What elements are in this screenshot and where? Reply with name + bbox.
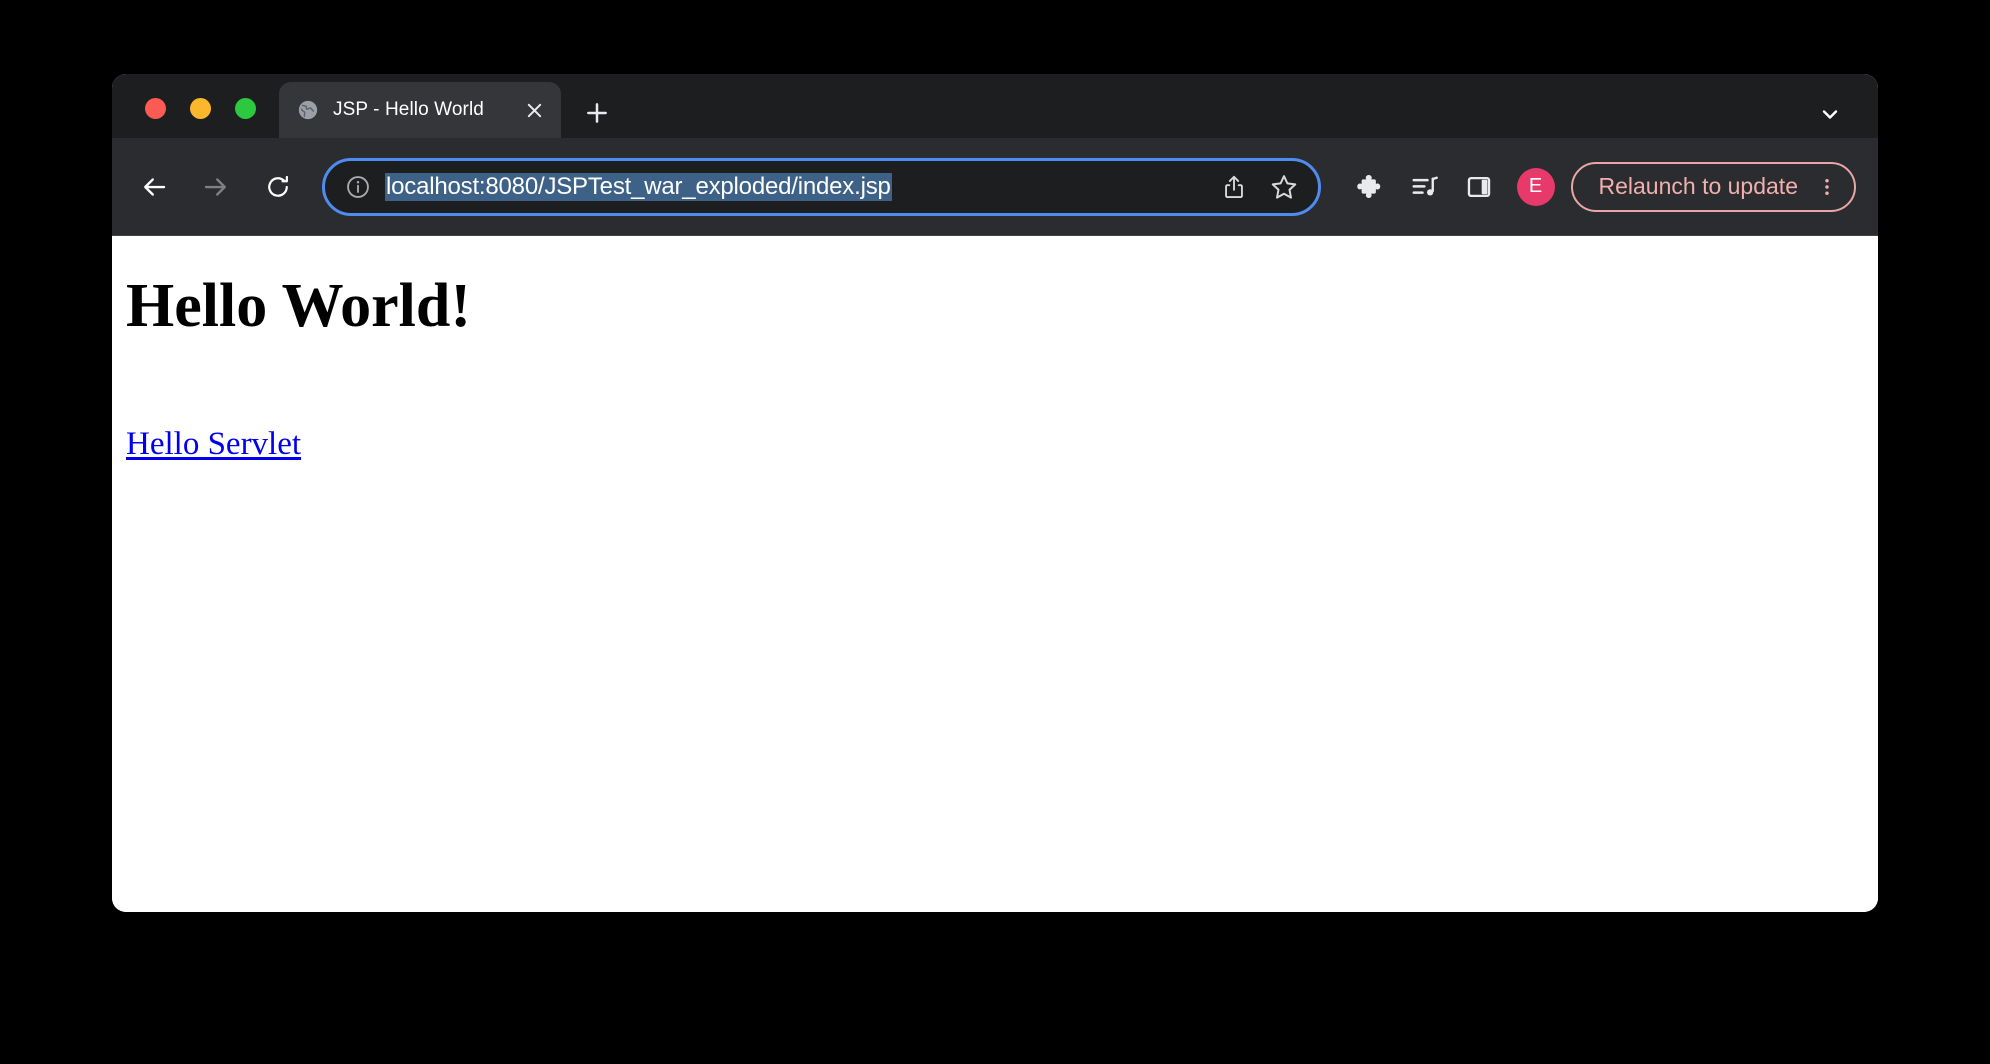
star-icon[interactable]	[1266, 169, 1302, 205]
browser-toolbar: localhost:8080/JSPTest_war_exploded/inde…	[112, 138, 1878, 236]
reload-button[interactable]	[250, 159, 306, 215]
url-input[interactable]: localhost:8080/JSPTest_war_exploded/inde…	[385, 172, 1202, 201]
maximize-window-button[interactable]	[235, 98, 256, 119]
relaunch-label: Relaunch to update	[1598, 173, 1799, 199]
page-title: Hello World!	[126, 272, 472, 340]
new-tab-button[interactable]	[582, 98, 612, 128]
extensions-button[interactable]	[1349, 165, 1393, 209]
globe-icon	[297, 99, 319, 121]
share-icon[interactable]	[1216, 169, 1252, 205]
chevron-down-icon[interactable]	[1816, 100, 1844, 128]
tab-strip: JSP - Hello World	[112, 74, 1878, 138]
info-circle-icon[interactable]	[343, 172, 373, 202]
browser-tab[interactable]: JSP - Hello World	[279, 82, 561, 138]
minimize-window-button[interactable]	[190, 98, 211, 119]
window-controls	[145, 98, 256, 119]
hello-servlet-link[interactable]: Hello Servlet	[126, 426, 301, 463]
browser-window: JSP - Hello World localhost:8080/JSPTest…	[112, 74, 1878, 912]
back-button[interactable]	[126, 159, 182, 215]
profile-initial: E	[1528, 175, 1543, 197]
relaunch-to-update-button[interactable]: Relaunch to update	[1570, 161, 1856, 212]
side-panel-icon[interactable]	[1457, 165, 1501, 209]
three-dots-vertical-icon[interactable]	[1810, 170, 1844, 204]
profile-avatar[interactable]: E	[1516, 167, 1555, 206]
media-control-icon[interactable]	[1403, 165, 1447, 209]
close-tab-button[interactable]	[521, 97, 547, 123]
page-content: Hello World! Hello Servlet	[112, 236, 1878, 912]
url-text[interactable]: localhost:8080/JSPTest_war_exploded/inde…	[385, 172, 892, 201]
close-window-button[interactable]	[145, 98, 166, 119]
tab-title: JSP - Hello World	[333, 99, 484, 120]
address-bar[interactable]: localhost:8080/JSPTest_war_exploded/inde…	[322, 157, 1321, 216]
forward-button[interactable]	[188, 159, 244, 215]
